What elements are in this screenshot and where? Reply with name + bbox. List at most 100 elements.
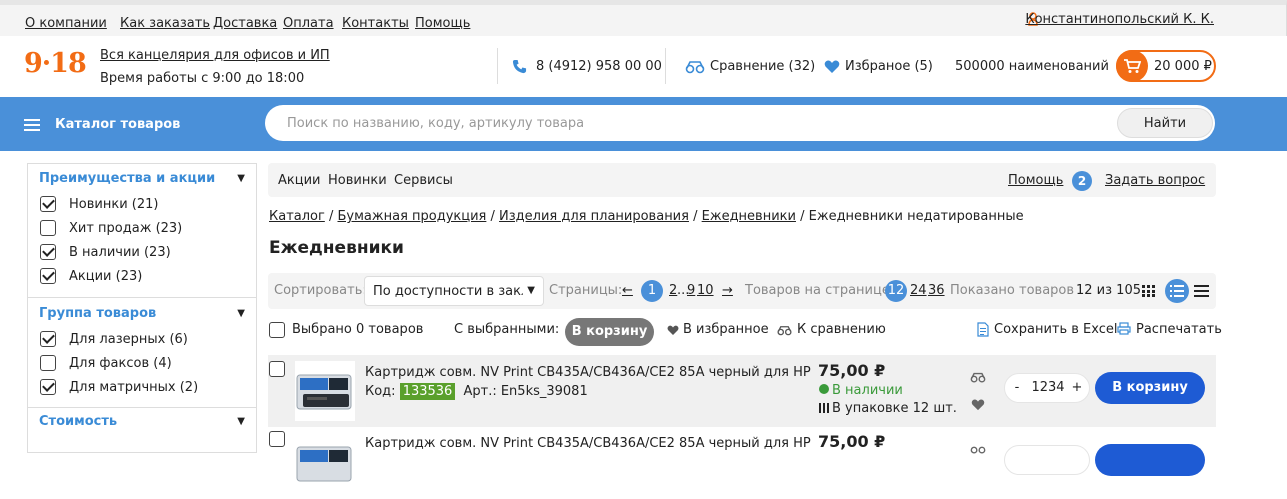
save-excel-link[interactable]: Сохранить в Excel [994, 322, 1118, 337]
page-prev[interactable]: ← [622, 283, 633, 298]
filter-section-title[interactable]: Преимущества и акции [39, 171, 215, 186]
heart-icon [824, 60, 840, 73]
grid-view-icon[interactable] [1142, 285, 1155, 297]
checkbox-matrix[interactable] [40, 379, 56, 395]
phone-number[interactable]: 8 (4912) 958 00 00 [536, 59, 662, 74]
select-all-checkbox[interactable] [269, 322, 285, 338]
per-page-36[interactable]: 36 [928, 283, 945, 298]
topnav-payment[interactable]: Оплата [283, 16, 334, 31]
listing-toolbar: Сортировать: По доступности в закл ▼ Стр… [268, 273, 1216, 309]
product-checkbox[interactable] [269, 361, 285, 377]
add-to-cart-button[interactable] [1095, 444, 1205, 476]
caret-down-icon[interactable]: ▼ [237, 308, 245, 319]
checkbox-fax[interactable] [40, 355, 56, 371]
top-bar: О компании Как заказать Доставка Оплата … [0, 0, 1287, 36]
nav-services[interactable]: Сервисы [394, 173, 453, 188]
bulk-add-to-compare[interactable]: К сравнению [797, 322, 886, 337]
per-page-24[interactable]: 24 [910, 283, 927, 298]
favorites-link[interactable]: Избраное (5) [845, 59, 933, 74]
filter-section-title[interactable]: Стоимость [39, 414, 117, 429]
cart-icon [1116, 50, 1148, 82]
topnav-help[interactable]: Помощь [415, 16, 470, 31]
checkbox-laser[interactable] [40, 331, 56, 347]
cart-button[interactable]: 20 000 ₽ [1116, 50, 1216, 82]
product-code-badge: 133536 [399, 383, 456, 400]
breadcrumb-link[interactable]: Каталог [269, 209, 325, 224]
sort-select[interactable]: По доступности в закл ▼ [364, 276, 544, 306]
product-code: Код: 133536 Арт.: En5ks_39081 [365, 383, 588, 400]
compact-view-icon[interactable] [1194, 285, 1209, 297]
breadcrumb-link[interactable]: Ежедневники [702, 209, 796, 224]
bulk-actions: Выбрано 0 товаров С выбранными: В корзин… [268, 318, 1222, 346]
divider [497, 48, 498, 84]
quantity-plus-button[interactable]: + [1069, 380, 1085, 395]
help-link[interactable]: Помощь [1008, 173, 1063, 188]
in-stock-dot-icon [819, 384, 829, 394]
search-input[interactable] [287, 105, 1107, 141]
page-current[interactable]: 1 [641, 280, 663, 302]
list-view-icon[interactable] [1165, 279, 1189, 303]
product-code-label: Код: [365, 384, 396, 399]
shown-value: 12 из 105 [1076, 283, 1141, 298]
quantity-minus-button[interactable]: - [1009, 380, 1025, 395]
product-name[interactable]: Картридж совм. NV Print CB435A/CB436A/CE… [365, 365, 811, 380]
tagline-link[interactable]: Вся канцелярия для офисов и ИП [100, 48, 330, 63]
topnav-about[interactable]: О компании [25, 16, 107, 31]
user-profile-link[interactable]: Константинопольский К. К. [1025, 12, 1214, 27]
topnav-how-to-order[interactable]: Как заказать [120, 16, 210, 31]
page-10[interactable]: 10 [697, 283, 714, 298]
shown-label: Показано товаров : [950, 283, 1083, 298]
heart-icon[interactable] [971, 399, 985, 411]
per-page-current[interactable]: 12 [885, 280, 907, 302]
caret-down-icon: ▼ [523, 285, 535, 296]
compare-link[interactable]: Сравнение (32) [710, 59, 815, 74]
product-name[interactable]: Картридж совм. NV Print CB435A/CB436A/CE… [365, 436, 811, 451]
ask-question-link[interactable]: Задать вопрос [1105, 173, 1205, 188]
topnav-contacts[interactable]: Контакты [342, 16, 409, 31]
phone-icon [512, 59, 527, 74]
logo[interactable]: 9·18 [24, 48, 87, 79]
with-selected-label: С выбранными: [454, 322, 560, 337]
print-link[interactable]: Распечатать [1136, 322, 1222, 337]
product-article: Арт.: En5ks_39081 [463, 384, 588, 399]
filter-section-product-group: Группа товаров ▼ Для лазерных (6) Для фа… [28, 298, 256, 408]
nav-promotions[interactable]: Акции [278, 173, 321, 188]
page-next[interactable]: → [722, 283, 733, 298]
quantity-input[interactable]: 1234 [1030, 380, 1066, 395]
add-to-cart-button[interactable]: В корзину [1095, 372, 1205, 404]
pages-label: Страницы: [549, 283, 623, 298]
checkbox-bestseller[interactable] [40, 220, 56, 236]
checkbox-in-stock[interactable] [40, 244, 56, 260]
bulk-add-to-favorites[interactable]: В избранное [683, 322, 769, 337]
search-box: Найти [265, 105, 1215, 141]
caret-down-icon[interactable]: ▼ [237, 416, 245, 427]
breadcrumb-link[interactable]: Бумажная продукция [338, 209, 487, 224]
product-row: Картридж совм. NV Print CB435A/CB436A/CE… [268, 355, 1216, 427]
compare-icon[interactable] [970, 372, 986, 383]
filter-section-title[interactable]: Группа товаров [39, 306, 156, 321]
compare-icon[interactable] [970, 443, 986, 454]
package-icon [819, 403, 829, 413]
caret-down-icon[interactable]: ▼ [237, 173, 245, 184]
sort-value: По доступности в закл [373, 284, 530, 299]
product-price: 75,00 ₽ [818, 361, 886, 380]
breadcrumb: Каталог / Бумажная продукция / Изделия д… [269, 209, 1024, 224]
breadcrumb-current: Ежедневники недатированные [808, 209, 1024, 224]
product-checkbox[interactable] [269, 431, 285, 447]
page-9[interactable]: 9 [687, 283, 695, 298]
bulk-add-to-cart-button[interactable]: В корзину [565, 318, 654, 346]
breadcrumb-link[interactable]: Изделия для планирования [499, 209, 689, 224]
search-button[interactable]: Найти [1117, 108, 1213, 138]
product-price: 75,00 ₽ [818, 432, 886, 451]
pack-label: В упаковке 12 шт. [832, 401, 957, 416]
nav-new[interactable]: Новинки [328, 173, 387, 188]
product-image[interactable] [295, 433, 355, 493]
checkbox-new[interactable] [40, 196, 56, 212]
checkbox-promotions[interactable] [40, 268, 56, 284]
topnav-delivery[interactable]: Доставка [213, 16, 277, 31]
page-title: Ежедневники [269, 238, 404, 258]
filter-sidebar: Преимущества и акции ▼ Новинки (21) Хит … [27, 163, 257, 453]
menu-icon [24, 119, 40, 131]
compare-icon [685, 61, 705, 74]
product-image[interactable] [295, 361, 355, 421]
